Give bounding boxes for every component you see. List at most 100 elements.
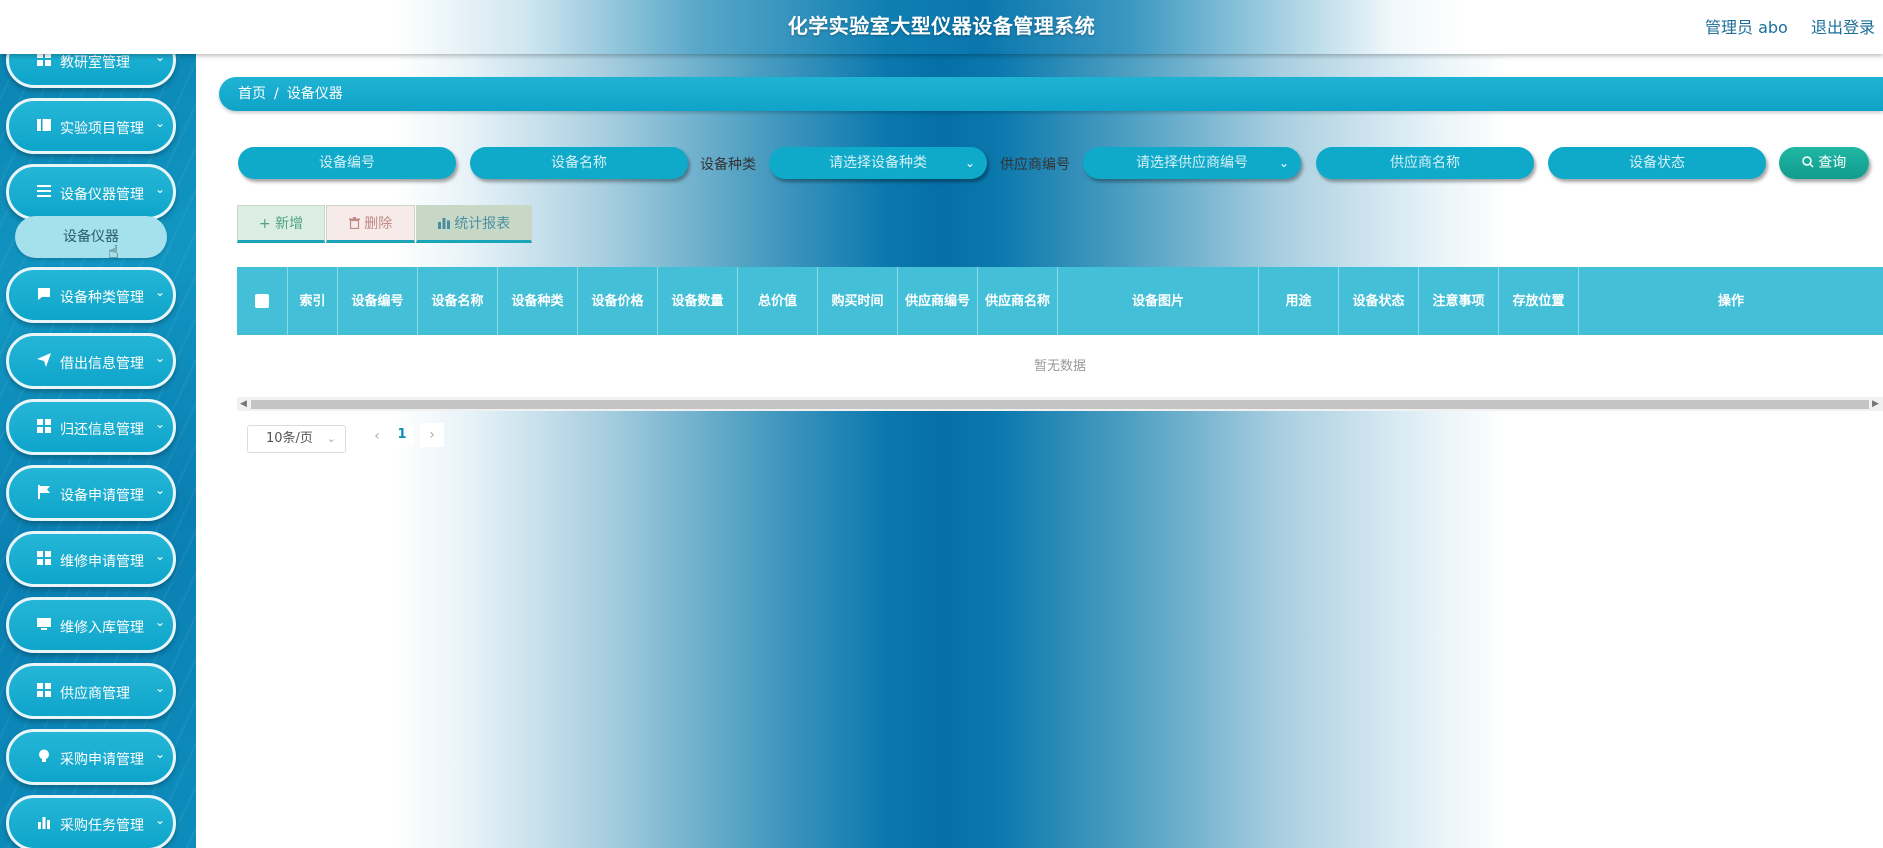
chevron-down-icon: ⌄	[155, 351, 166, 365]
prev-page-button[interactable]: ‹	[366, 425, 388, 447]
scrollbar-thumb[interactable]	[251, 400, 1869, 409]
breadcrumb-home-link[interactable]: 首页	[238, 86, 266, 102]
bar-chart-icon	[38, 817, 50, 829]
delete-button[interactable]: 删除	[326, 205, 415, 243]
sidebar-item-label: 维修入库管理	[60, 620, 144, 636]
delete-button-label: 删除	[364, 216, 393, 232]
chevron-down-icon: ⌄	[964, 156, 975, 170]
column-header[interactable]: 用途	[1259, 267, 1339, 335]
page-size-select[interactable]: 10条/页 ⌄	[247, 425, 346, 453]
sidebar-item-repair-storage[interactable]: 维修入库管理 ⌄	[6, 597, 176, 653]
chevron-down-icon: ⌄	[155, 116, 166, 130]
next-page-button[interactable]: ›	[420, 423, 444, 447]
column-header[interactable]: 设备名称	[418, 267, 498, 335]
sidebar-item-purchase-requests[interactable]: 采购申请管理 ⌄	[6, 729, 176, 785]
category-select[interactable]: 请选择设备种类 ⌄	[769, 147, 987, 179]
chevron-down-icon: ⌄	[155, 417, 166, 431]
page-number-button[interactable]: 1	[391, 424, 413, 446]
chevron-down-icon: ⌄	[1278, 156, 1289, 170]
sidebar-item-lending[interactable]: 借出信息管理 ⌄	[6, 333, 176, 389]
chevron-down-icon: ⌄	[326, 432, 336, 445]
sidebar-item-label: 设备仪器管理	[60, 187, 144, 203]
horizontal-scrollbar[interactable]: ◀ ▶	[237, 397, 1883, 411]
select-all-checkbox[interactable]	[255, 294, 269, 308]
column-header[interactable]: 设备价格	[578, 267, 658, 335]
column-header[interactable]: 注意事项	[1419, 267, 1499, 335]
column-header[interactable]: 设备图片	[1058, 267, 1259, 335]
category-select-placeholder: 请选择设备种类	[829, 155, 927, 171]
sidebar-item-label: 采购申请管理	[60, 752, 144, 768]
query-button[interactable]: 查询	[1779, 147, 1869, 179]
list-icon	[37, 185, 51, 197]
send-icon	[37, 353, 51, 367]
sidebar-item-experiment-projects[interactable]: 实验项目管理 ⌄	[6, 98, 176, 154]
book-icon	[37, 119, 51, 131]
sidebar-item-suppliers[interactable]: 供应商管理 ⌄	[6, 663, 176, 719]
sidebar-item-purchase-tasks[interactable]: 采购任务管理 ⌄	[6, 795, 176, 848]
sidebar-item-label: 供应商管理	[60, 686, 130, 702]
column-header[interactable]: 设备数量	[658, 267, 738, 335]
hand-cursor-icon: ☝	[108, 242, 119, 263]
chevron-down-icon: ⌄	[155, 285, 166, 299]
logout-link[interactable]: 退出登录	[1811, 14, 1875, 38]
sidebar-subitem-devices[interactable]: 设备仪器	[15, 216, 167, 258]
chevron-down-icon: ⌄	[155, 813, 166, 827]
bulb-icon	[39, 749, 49, 762]
column-header[interactable]: 供应商编号	[898, 267, 978, 335]
sidebar-item-repair-requests[interactable]: 维修申请管理 ⌄	[6, 531, 176, 587]
flag-icon	[38, 485, 50, 499]
sidebar-item-devices[interactable]: 设备仪器管理 ⌄	[6, 164, 176, 220]
column-header[interactable]: 存放位置	[1499, 267, 1579, 335]
device-status-input[interactable]: 设备状态	[1548, 147, 1766, 179]
column-header[interactable]: 供应商名称	[978, 267, 1058, 335]
data-table: 索引 设备编号 设备名称 设备种类 设备价格 设备数量 总价值 购买时间 供应商…	[237, 267, 1883, 411]
grid-icon	[37, 419, 51, 433]
table-header: 索引 设备编号 设备名称 设备种类 设备价格 设备数量 总价值 购买时间 供应商…	[237, 267, 1883, 335]
chevron-down-icon: ⌄	[155, 681, 166, 695]
report-button-label: 统计报表	[454, 216, 511, 232]
column-header[interactable]: 设备编号	[338, 267, 418, 335]
column-header[interactable]: 设备种类	[498, 267, 578, 335]
page-size-value: 10条/页	[266, 431, 313, 446]
sidebar-item-label: 采购任务管理	[60, 818, 144, 834]
monitor-icon	[37, 618, 51, 630]
top-header: 化学实验室大型仪器设备管理系统 管理员 abo 退出登录	[0, 0, 1883, 54]
scroll-left-icon[interactable]: ◀	[240, 397, 247, 411]
column-header[interactable]: 设备状态	[1339, 267, 1419, 335]
breadcrumb-separator: /	[274, 86, 279, 102]
sidebar-item-label: 借出信息管理	[60, 356, 144, 372]
device-name-input[interactable]: 设备名称	[470, 147, 688, 179]
add-button-label: 新增	[275, 216, 304, 232]
scroll-right-icon[interactable]: ▶	[1872, 397, 1879, 411]
column-header[interactable]: 索引	[288, 267, 338, 335]
query-button-label: 查询	[1818, 155, 1847, 171]
column-header[interactable]: 操作	[1579, 267, 1883, 335]
supplier-name-input[interactable]: 供应商名称	[1316, 147, 1534, 179]
sidebar: 教研室管理 ⌄ 实验项目管理 ⌄ 设备仪器管理 ⌄ 设备仪器 ☝ 设备种类管理 …	[0, 54, 196, 848]
sidebar-item-label: 教研室管理	[60, 55, 130, 71]
trash-icon	[348, 217, 360, 230]
app-title: 化学实验室大型仪器设备管理系统	[787, 14, 1096, 38]
current-user-label: 管理员 abo	[1705, 18, 1788, 37]
supplier-no-select-placeholder: 请选择供应商编号	[1136, 155, 1248, 171]
device-no-input[interactable]: 设备编号	[238, 147, 456, 179]
sidebar-item-lab-office[interactable]: 教研室管理 ⌄	[6, 54, 176, 88]
sidebar-item-device-categories[interactable]: 设备种类管理 ⌄	[6, 267, 176, 323]
supplier-no-select[interactable]: 请选择供应商编号 ⌄	[1083, 147, 1301, 179]
chevron-down-icon: ⌄	[155, 549, 166, 563]
sidebar-item-device-requests[interactable]: 设备申请管理 ⌄	[6, 465, 176, 521]
report-button[interactable]: 统计报表	[416, 205, 532, 243]
breadcrumb-current: 设备仪器	[286, 86, 343, 102]
supplier-no-label: 供应商编号	[1000, 157, 1070, 173]
column-header[interactable]: 总价值	[738, 267, 818, 335]
select-all-header	[237, 267, 288, 335]
grid-icon	[37, 54, 51, 66]
column-header[interactable]: 购买时间	[818, 267, 898, 335]
sidebar-item-label: 设备申请管理	[60, 488, 144, 504]
chevron-down-icon: ⌄	[155, 182, 166, 196]
chevron-down-icon: ⌄	[155, 483, 166, 497]
add-button[interactable]: + 新增	[237, 205, 325, 243]
breadcrumb: 首页 / 设备仪器	[219, 77, 1883, 111]
sidebar-item-returns[interactable]: 归还信息管理 ⌄	[6, 399, 176, 455]
chat-icon	[38, 288, 50, 300]
